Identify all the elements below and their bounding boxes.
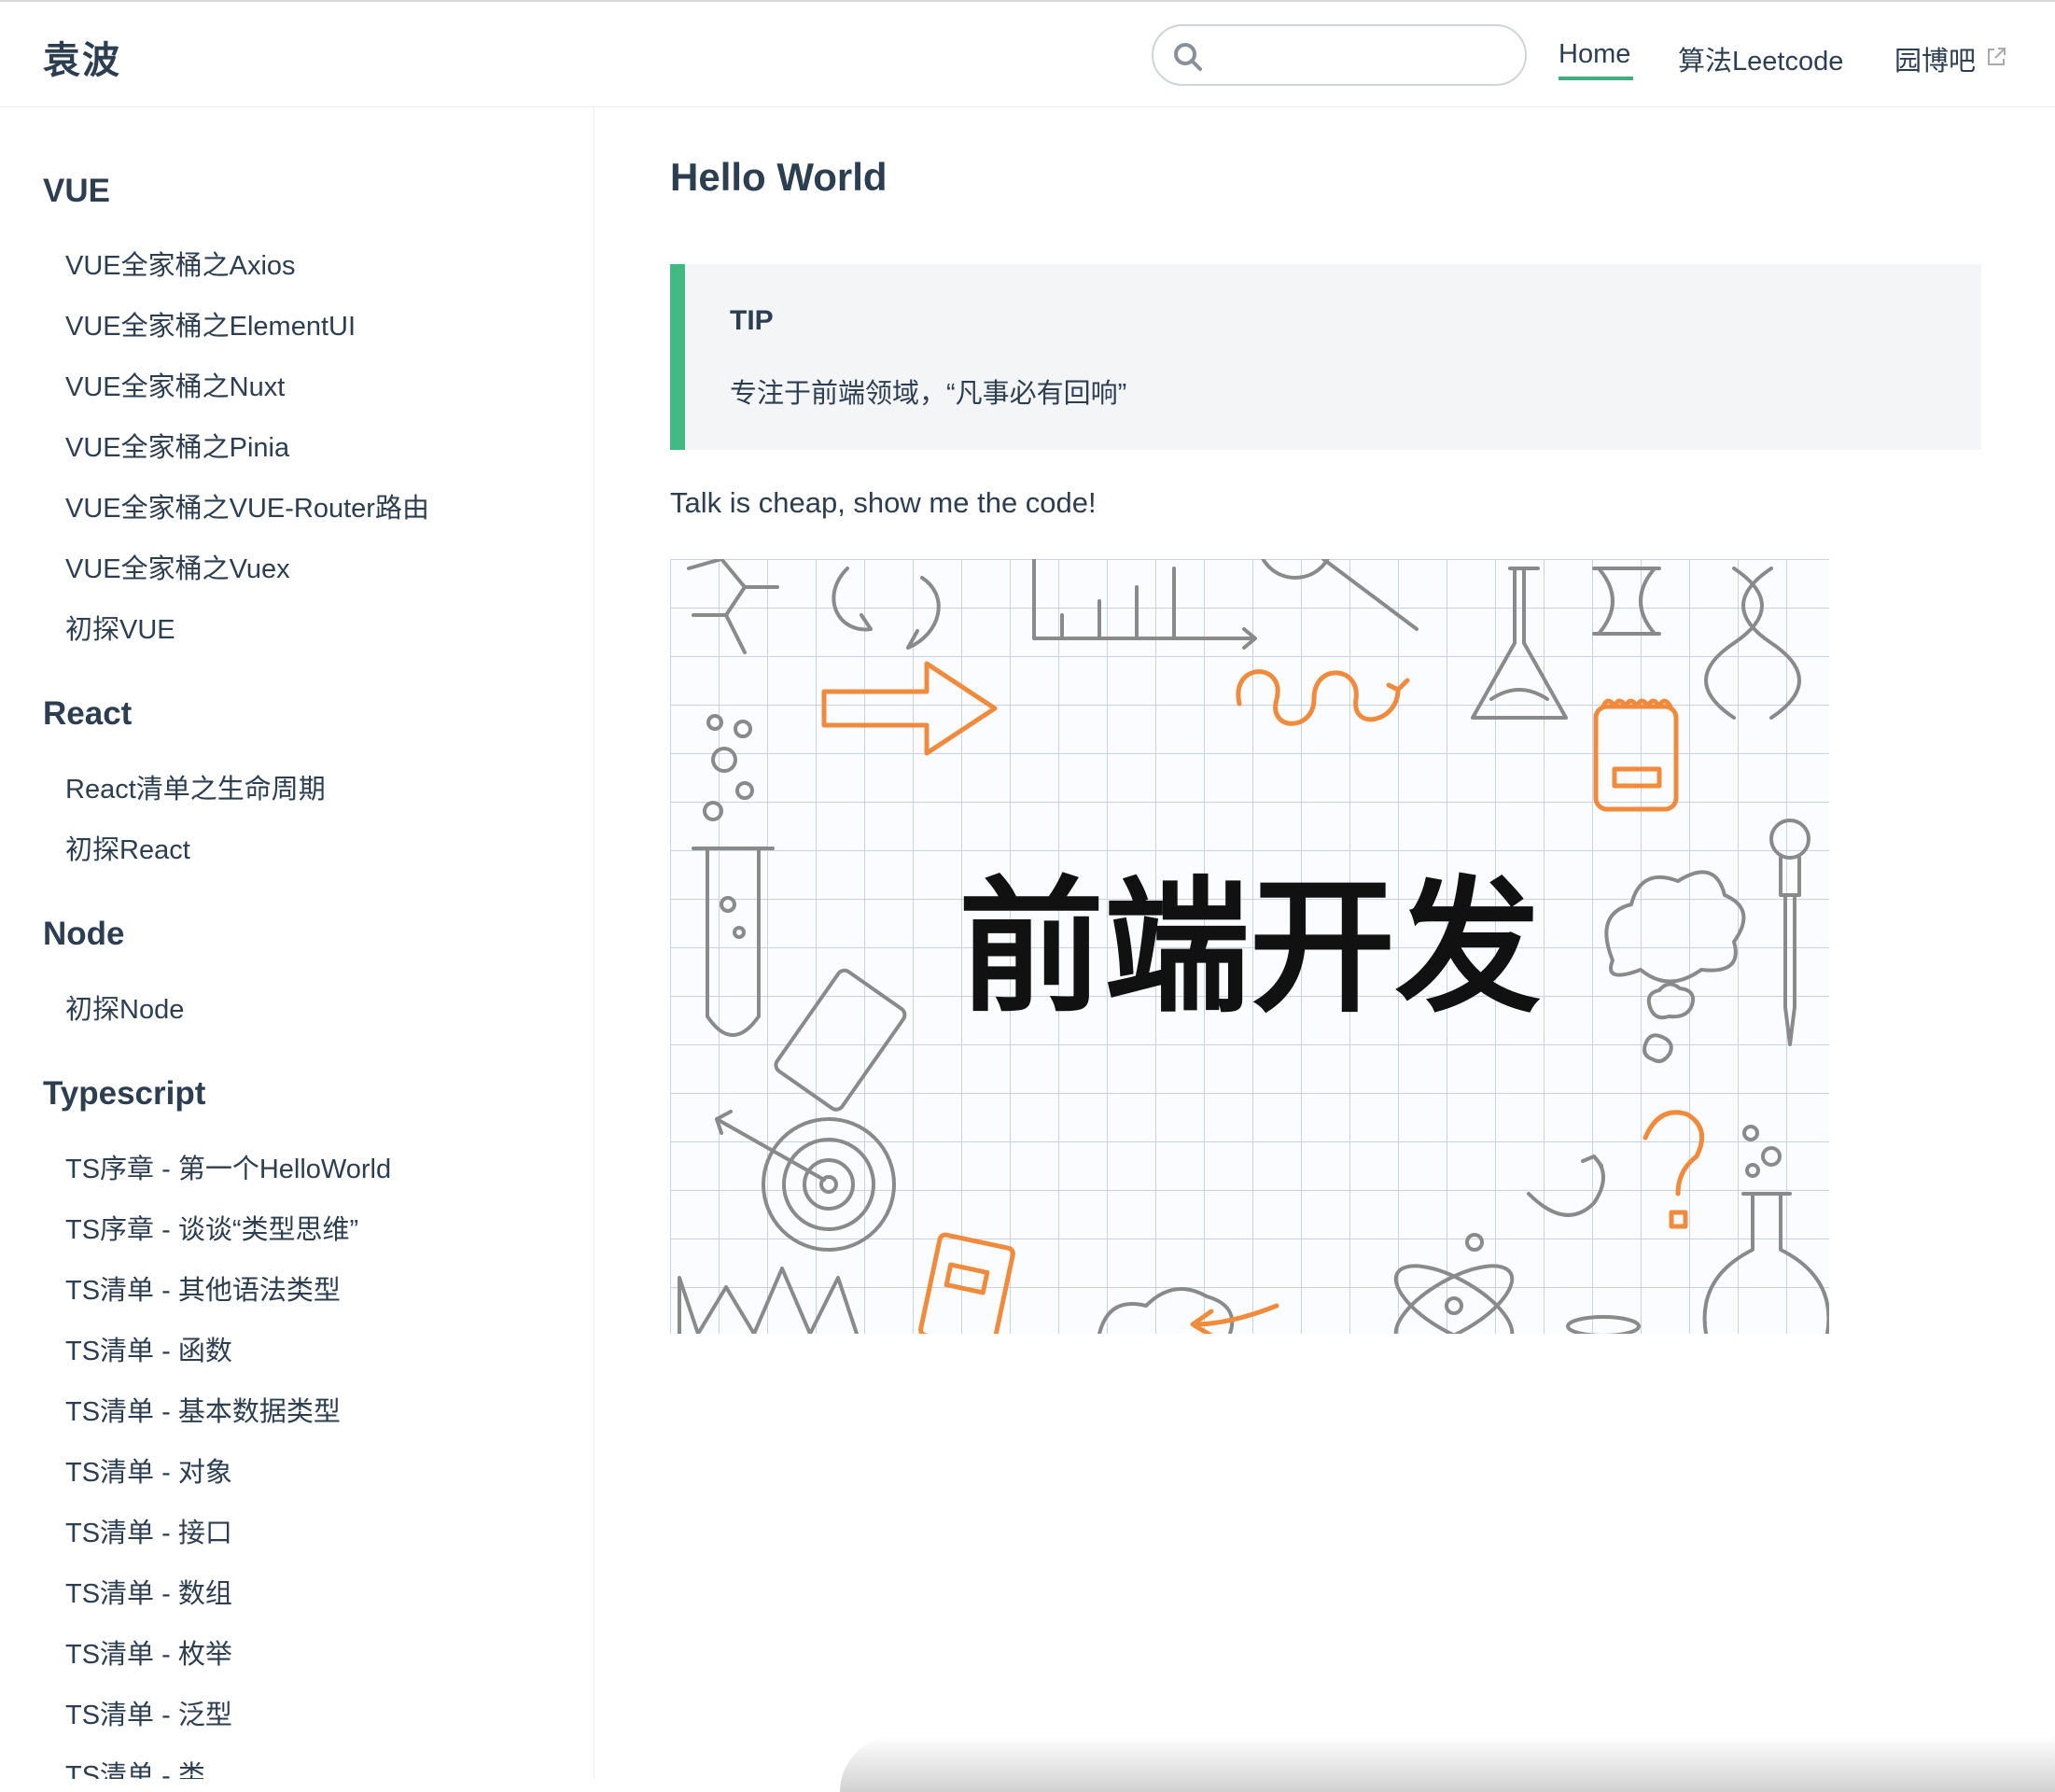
external-link-icon — [1988, 48, 2006, 65]
site-name[interactable]: 袁波 — [43, 30, 121, 84]
sidebar-item[interactable]: VUE全家桶之Axios — [65, 244, 296, 283]
tip-block: TIP 专注于前端领域，“凡事必有回响” — [670, 264, 1981, 450]
sidebar-item[interactable]: 初探React — [65, 828, 190, 867]
sidebar-item[interactable]: VUE全家桶之ElementUI — [65, 304, 356, 343]
sidebar-group-react[interactable]: React — [43, 695, 132, 733]
active-nav-underline — [1559, 77, 1633, 80]
sidebar-item[interactable]: TS清单 - 其他语法类型 — [65, 1268, 341, 1308]
sidebar-item[interactable]: VUE全家桶之Nuxt — [65, 365, 285, 404]
sidebar-item[interactable]: React清单之生命周期 — [65, 767, 326, 806]
sidebar-item[interactable]: TS清单 - 类 — [65, 1754, 205, 1779]
sidebar-group-node[interactable]: Node — [43, 916, 125, 953]
sidebar-item[interactable]: TS清单 - 函数 — [65, 1329, 232, 1368]
tip-body: 专注于前端领域，“凡事必有回响” — [730, 379, 1127, 409]
nav-blog[interactable]: 园博吧 — [1894, 39, 1976, 78]
search-input[interactable] — [1215, 35, 1514, 77]
navbar: 袁波 Home 算法Leetcode 园博吧 — [0, 2, 2055, 107]
tip-title: TIP — [730, 305, 774, 336]
sidebar-item[interactable]: VUE全家桶之VUE-Router路由 — [65, 486, 429, 525]
sidebar-item[interactable]: TS清单 - 接口 — [65, 1511, 232, 1550]
tagline: Talk is cheap, show me the code! — [670, 486, 1097, 519]
nav-leetcode[interactable]: 算法Leetcode — [1678, 39, 1843, 78]
sidebar-group-vue[interactable]: VUE — [43, 173, 110, 210]
sidebar-item[interactable]: TS清单 - 对象 — [65, 1450, 232, 1490]
sidebar-item[interactable]: TS序章 - 谈谈“类型思维” — [65, 1208, 358, 1247]
sidebar-item[interactable]: TS清单 - 泛型 — [65, 1693, 232, 1732]
search-icon — [1174, 43, 1202, 71]
sidebar-item[interactable]: 初探Node — [65, 987, 184, 1027]
sidebar-item[interactable]: 初探VUE — [65, 608, 175, 647]
banner-image: 前端开发 — [670, 559, 1829, 1334]
sidebar-item[interactable]: TS清单 - 基本数据类型 — [65, 1390, 341, 1429]
sidebar-item[interactable]: TS清单 - 数组 — [65, 1572, 232, 1611]
page-title: Hello World — [670, 155, 888, 199]
sidebar-group-typescript[interactable]: Typescript — [43, 1075, 205, 1113]
sidebar-item[interactable]: TS序章 - 第一个HelloWorld — [65, 1147, 391, 1186]
sidebar: VUE VUE全家桶之Axios VUE全家桶之ElementUI VUE全家桶… — [0, 107, 594, 1779]
search-box[interactable] — [1152, 24, 1527, 86]
window-shadow — [840, 1736, 2055, 1792]
sidebar-item[interactable]: TS清单 - 枚举 — [65, 1632, 232, 1672]
nav-home[interactable]: Home — [1559, 39, 1630, 70]
sidebar-item[interactable]: VUE全家桶之Vuex — [65, 547, 290, 586]
sidebar-item[interactable]: VUE全家桶之Pinia — [65, 426, 289, 465]
banner-text: 前端开发 — [958, 862, 1541, 1032]
